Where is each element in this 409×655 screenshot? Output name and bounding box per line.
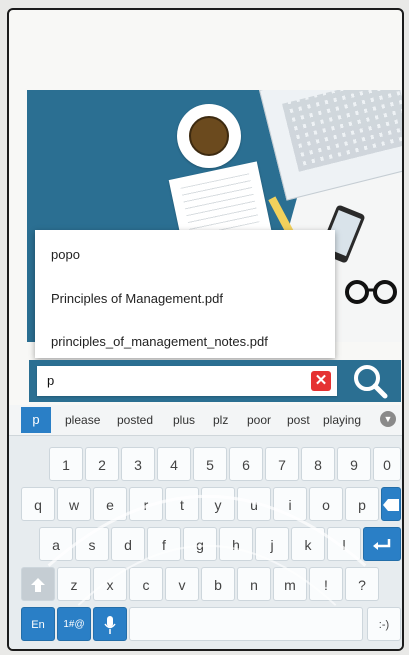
key-question[interactable]: ? bbox=[345, 567, 379, 601]
key-d[interactable]: d bbox=[111, 527, 145, 561]
clear-search-button[interactable]: ✕ bbox=[311, 371, 331, 391]
shift-key[interactable] bbox=[21, 567, 55, 601]
phone-screen: popo Principles of Management.pdf princi… bbox=[7, 8, 404, 651]
autocomplete-item[interactable]: Principles of Management.pdf bbox=[51, 291, 223, 306]
glasses-icon bbox=[345, 280, 397, 304]
space-key[interactable] bbox=[129, 607, 363, 641]
key-b[interactable]: b bbox=[201, 567, 235, 601]
key-i[interactable]: i bbox=[273, 487, 307, 521]
key-6[interactable]: 6 bbox=[229, 447, 263, 481]
key-exclamation[interactable]: ! bbox=[309, 567, 343, 601]
enter-key[interactable] bbox=[363, 527, 401, 561]
suggestion-item[interactable]: plus bbox=[173, 413, 195, 427]
keyboard-number-row: 1 2 3 4 5 6 7 8 9 0 bbox=[9, 445, 402, 487]
search-icon[interactable] bbox=[343, 362, 395, 400]
key-g[interactable]: g bbox=[183, 527, 217, 561]
symbols-key[interactable]: 1#@ bbox=[57, 607, 91, 641]
suggestion-item[interactable]: post bbox=[287, 413, 310, 427]
voice-input-key[interactable] bbox=[93, 607, 127, 641]
key-1[interactable]: 1 bbox=[49, 447, 83, 481]
key-m[interactable]: m bbox=[273, 567, 307, 601]
key-f[interactable]: f bbox=[147, 527, 181, 561]
more-suggestions-button[interactable]: ▼ bbox=[380, 411, 396, 427]
backspace-icon bbox=[383, 499, 399, 511]
search-input-value: p bbox=[47, 373, 55, 388]
suggestion-item[interactable]: playing bbox=[323, 413, 361, 427]
key-9[interactable]: 9 bbox=[337, 447, 371, 481]
key-q[interactable]: q bbox=[21, 487, 55, 521]
key-u[interactable]: u bbox=[237, 487, 271, 521]
key-r[interactable]: r bbox=[129, 487, 163, 521]
soft-keyboard: p please posted plus plz poor post playi… bbox=[9, 405, 402, 649]
language-key[interactable]: En bbox=[21, 607, 55, 641]
key-k[interactable]: k bbox=[291, 527, 325, 561]
backspace-key[interactable] bbox=[381, 487, 401, 521]
search-input[interactable]: p ✕ bbox=[37, 366, 337, 396]
key-5[interactable]: 5 bbox=[193, 447, 227, 481]
keyboard-row-1: q w e r t y u i o p bbox=[9, 485, 402, 527]
key-3[interactable]: 3 bbox=[121, 447, 155, 481]
suggestion-item[interactable]: poor bbox=[247, 413, 271, 427]
search-bar: p ✕ bbox=[29, 360, 401, 402]
suggestion-bar: p please posted plus plz poor post playi… bbox=[9, 405, 402, 436]
key-h[interactable]: h bbox=[219, 527, 253, 561]
key-w[interactable]: w bbox=[57, 487, 91, 521]
key-p[interactable]: p bbox=[345, 487, 379, 521]
key-l[interactable]: l bbox=[327, 527, 361, 561]
suggestion-selected[interactable]: p bbox=[21, 407, 51, 433]
keyboard-bottom-row: En 1#@ :-) bbox=[9, 605, 402, 647]
key-a[interactable]: a bbox=[39, 527, 73, 561]
key-o[interactable]: o bbox=[309, 487, 343, 521]
microphone-icon bbox=[104, 616, 116, 634]
suggestion-item[interactable]: please bbox=[65, 413, 100, 427]
key-t[interactable]: t bbox=[165, 487, 199, 521]
key-8[interactable]: 8 bbox=[301, 447, 335, 481]
key-4[interactable]: 4 bbox=[157, 447, 191, 481]
key-n[interactable]: n bbox=[237, 567, 271, 601]
enter-icon bbox=[373, 539, 391, 550]
suggestion-item[interactable]: plz bbox=[213, 413, 228, 427]
emoji-key[interactable]: :-) bbox=[367, 607, 401, 641]
key-z[interactable]: z bbox=[57, 567, 91, 601]
key-7[interactable]: 7 bbox=[265, 447, 299, 481]
shift-icon bbox=[31, 578, 45, 592]
autocomplete-dropdown: popo Principles of Management.pdf princi… bbox=[35, 230, 335, 358]
key-s[interactable]: s bbox=[75, 527, 109, 561]
keyboard-row-2: a s d f g h j k l bbox=[9, 525, 402, 567]
key-v[interactable]: v bbox=[165, 567, 199, 601]
autocomplete-item[interactable]: principles_of_management_notes.pdf bbox=[51, 334, 268, 349]
coffee-cup-icon bbox=[177, 104, 241, 168]
key-x[interactable]: x bbox=[93, 567, 127, 601]
key-j[interactable]: j bbox=[255, 527, 289, 561]
suggestion-item[interactable]: posted bbox=[117, 413, 153, 427]
key-e[interactable]: e bbox=[93, 487, 127, 521]
keyboard-row-3: z x c v b n m ! ? bbox=[9, 565, 402, 607]
key-0[interactable]: 0 bbox=[373, 447, 401, 481]
key-2[interactable]: 2 bbox=[85, 447, 119, 481]
autocomplete-item[interactable]: popo bbox=[51, 247, 80, 262]
key-y[interactable]: y bbox=[201, 487, 235, 521]
key-c[interactable]: c bbox=[129, 567, 163, 601]
